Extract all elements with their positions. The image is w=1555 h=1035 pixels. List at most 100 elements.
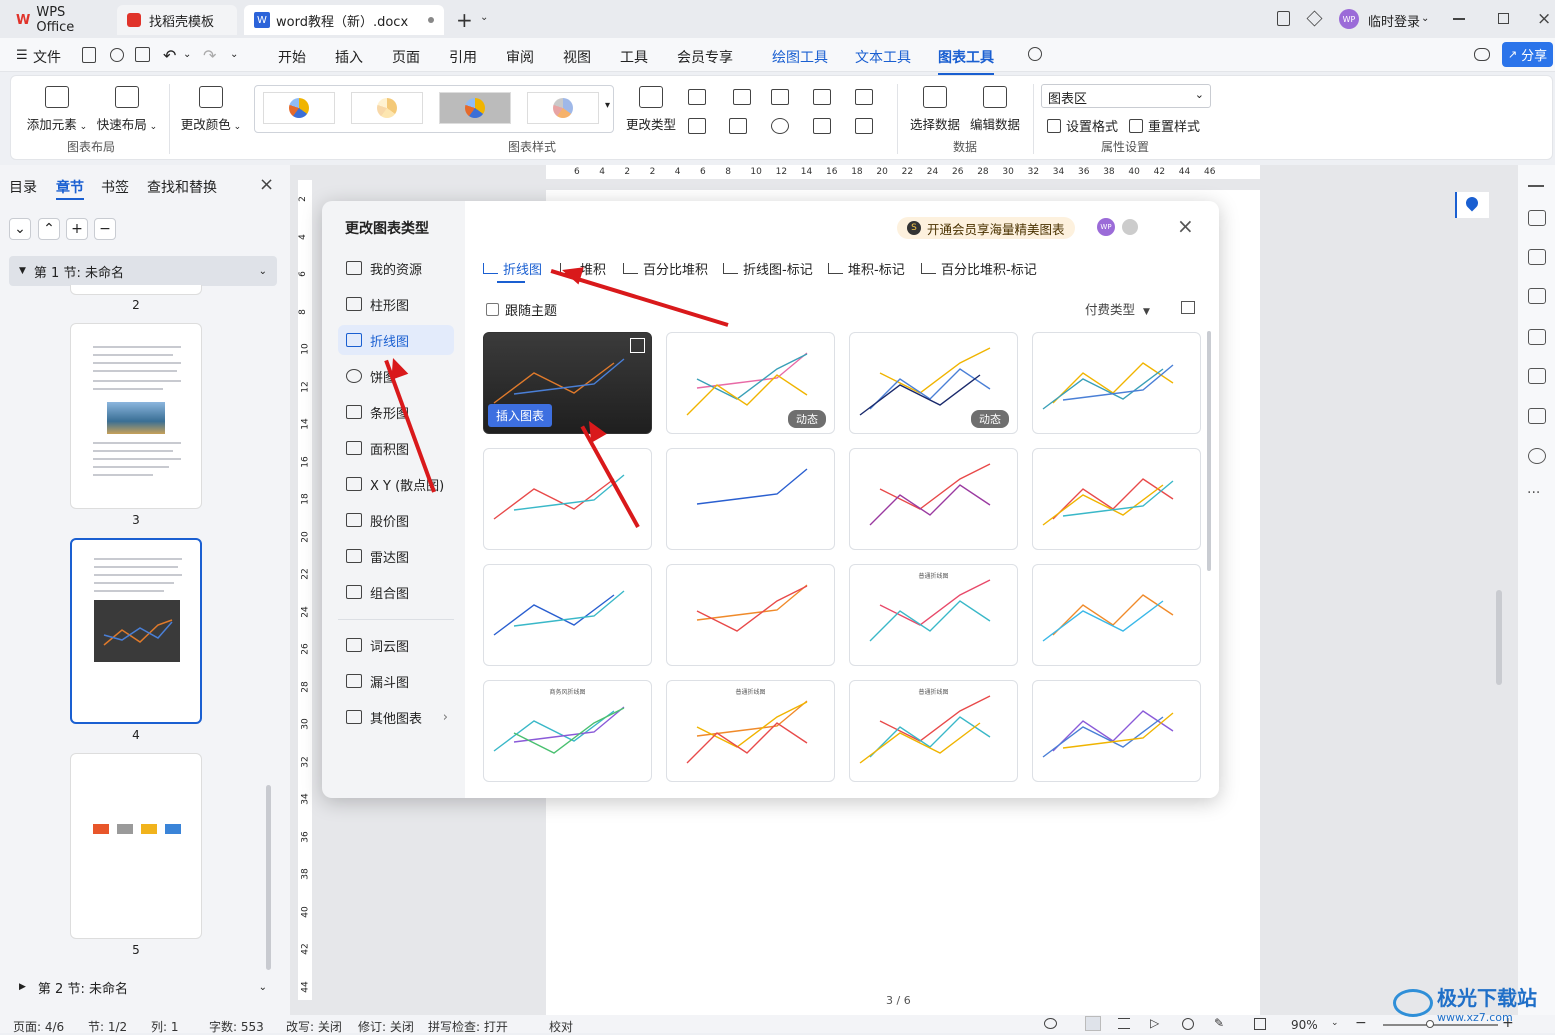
chart-template-card[interactable] — [1032, 332, 1201, 434]
cloud-icon[interactable] — [1474, 48, 1490, 61]
section-2[interactable]: ▶ 第 2 节: 未命名 ⌄ — [9, 972, 277, 1002]
menu-reference[interactable]: 引用 — [449, 47, 477, 67]
close-icon[interactable]: × — [259, 174, 274, 195]
page-thumb-3[interactable] — [70, 323, 202, 509]
vip-promo-button[interactable]: S 开通会员享海量精美图表 — [897, 217, 1075, 239]
chart-template-card[interactable] — [483, 564, 652, 666]
page-thumb-4[interactable] — [70, 538, 202, 724]
tab-toc[interactable]: 目录 — [9, 177, 37, 197]
ai-icon[interactable] — [1528, 329, 1546, 345]
menu-page[interactable]: 页面 — [392, 47, 420, 67]
chart-template-card[interactable] — [849, 448, 1018, 550]
area-chart-icon[interactable] — [688, 118, 706, 134]
category-funnel[interactable]: 漏斗图 — [338, 666, 454, 696]
category-radar[interactable]: 雷达图 — [338, 541, 454, 571]
zoom-out-icon[interactable]: − — [1355, 1015, 1367, 1031]
stock-chart-icon[interactable] — [855, 89, 873, 105]
hamburger-icon[interactable]: ☰ — [16, 48, 28, 63]
menu-view[interactable]: 视图 — [563, 47, 591, 67]
status-spellcheck[interactable]: 拼写检查: 打开 — [428, 1018, 508, 1035]
chart-template-card[interactable] — [1032, 564, 1201, 666]
fit-page-icon[interactable] — [1254, 1018, 1266, 1030]
menu-review[interactable]: 审阅 — [506, 47, 534, 67]
subtab-line[interactable]: 折线图 — [483, 259, 542, 278]
chart-template-card[interactable]: 普通折线图 — [666, 680, 835, 782]
help-icon[interactable] — [1528, 448, 1546, 464]
menu-drawing-tools[interactable]: 绘图工具 — [772, 47, 828, 67]
status-proof[interactable]: 校对 — [549, 1018, 573, 1035]
subtab-percent-stacked-marker[interactable]: 百分比堆积-标记 — [921, 259, 1037, 278]
share-button[interactable]: ↗ 分享 — [1502, 42, 1553, 67]
follow-theme-checkbox[interactable]: 跟随主题 — [486, 300, 557, 319]
more-icon[interactable]: ··· — [1527, 485, 1540, 501]
change-type-button[interactable]: 更改类型 — [619, 86, 683, 133]
combo-chart-icon[interactable] — [729, 118, 747, 134]
status-revise[interactable]: 修订: 关闭 — [358, 1018, 414, 1035]
chart-template-card[interactable]: 插入图表 — [483, 332, 652, 434]
chart-style-thumb[interactable] — [439, 92, 511, 124]
tab-find-replace[interactable]: 查找和替换 — [147, 177, 217, 197]
change-color-button[interactable]: 更改颜色 ⌄ — [179, 86, 243, 133]
quick-layout-button[interactable]: 快速布局 ⌄ — [95, 86, 159, 133]
line-chart-icon[interactable] — [771, 89, 789, 105]
select-data-button[interactable]: 选择数据 — [903, 86, 967, 133]
chevron-down-icon[interactable]: ⌄ — [480, 12, 488, 23]
add-element-button[interactable]: 添加元素 ⌄ — [25, 86, 89, 133]
login-label[interactable]: 临时登录 — [1368, 11, 1420, 30]
chart-style-thumb[interactable] — [527, 92, 599, 124]
menu-tools[interactable]: 工具 — [620, 47, 648, 67]
chart-template-card[interactable] — [666, 564, 835, 666]
edit-data-button[interactable]: 编辑数据 — [963, 86, 1027, 133]
move-up-button[interactable]: ⌃ — [38, 218, 60, 240]
redo-icon[interactable]: ↷ — [203, 46, 216, 65]
book-icon[interactable] — [1528, 408, 1546, 424]
subtab-stacked-marker[interactable]: 堆积-标记 — [828, 259, 905, 278]
maximize-icon[interactable] — [1498, 13, 1509, 24]
document-scrollbar[interactable] — [1496, 590, 1502, 685]
eye-icon[interactable] — [1044, 1018, 1057, 1029]
outline-view-icon[interactable] — [1118, 1018, 1130, 1029]
chevron-down-icon[interactable]: ⌄ — [1421, 13, 1429, 24]
chart-template-card[interactable]: 动态 — [849, 332, 1018, 434]
cube-icon[interactable] — [1306, 10, 1323, 27]
chevron-down-icon[interactable]: ⌄ — [230, 49, 238, 60]
pointer-icon[interactable] — [1528, 249, 1546, 265]
insert-chart-button[interactable]: 插入图表 — [488, 404, 553, 427]
page-view-icon[interactable] — [1085, 1016, 1101, 1031]
minimize-icon[interactable] — [1453, 18, 1465, 20]
add-section-button[interactable]: + — [66, 218, 88, 240]
status-words[interactable]: 字数: 553 — [209, 1018, 264, 1035]
template-scrollbar[interactable] — [1207, 331, 1211, 571]
new-tab-icon[interactable]: + — [456, 8, 473, 32]
pie-chart-icon[interactable] — [771, 118, 789, 134]
pen-icon[interactable] — [1528, 210, 1546, 226]
chart-template-card[interactable]: 动态 — [666, 332, 835, 434]
save-icon[interactable] — [82, 47, 96, 63]
other-chart-icon[interactable] — [855, 118, 873, 134]
tab-chapter[interactable]: 章节 — [56, 177, 84, 197]
category-column[interactable]: 柱形图 — [338, 289, 454, 319]
section-1[interactable]: ▼ 第 1 节: 未命名 ⌄ — [9, 256, 277, 286]
tab-wps-office[interactable]: W WPS Office — [6, 5, 110, 35]
tools-icon[interactable] — [1528, 368, 1546, 384]
layout-icon[interactable] — [1277, 11, 1290, 26]
menu-file[interactable]: 文件 — [33, 47, 61, 67]
tab-bookmark[interactable]: 书签 — [101, 177, 129, 197]
close-icon[interactable]: × — [1537, 9, 1551, 29]
zoom-level[interactable]: 90% — [1291, 1018, 1318, 1032]
print-preview-icon[interactable] — [135, 47, 150, 62]
category-other[interactable]: 其他图表 › — [338, 702, 454, 732]
zoom-slider[interactable] — [1383, 1024, 1498, 1026]
avatar[interactable]: WP — [1339, 9, 1359, 29]
status-page[interactable]: 页面: 4/6 — [13, 1018, 64, 1035]
chart-template-card[interactable] — [483, 448, 652, 550]
share-link-icon[interactable] — [110, 48, 124, 62]
play-icon[interactable]: ▷ — [1150, 1016, 1159, 1030]
category-my-resources[interactable]: 我的资源 — [338, 253, 454, 283]
menu-member[interactable]: 会员专享 — [677, 47, 733, 67]
status-rewrite[interactable]: 改写: 关闭 — [286, 1018, 342, 1035]
tab-template[interactable]: 找稻壳模板 — [117, 5, 237, 35]
chart-style-thumb[interactable] — [263, 92, 335, 124]
scatter-chart-icon[interactable] — [813, 118, 831, 134]
chart-template-card[interactable]: 普通折线图 — [849, 564, 1018, 666]
